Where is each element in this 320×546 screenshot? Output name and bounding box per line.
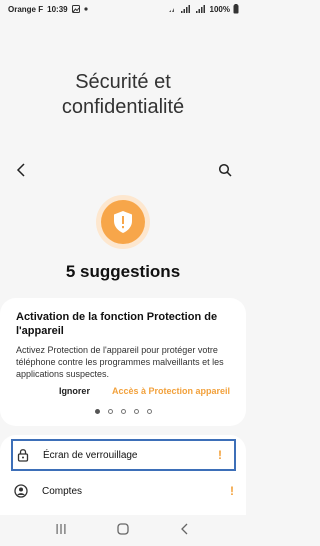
page-title-line2: confidentialité (61, 96, 185, 118)
suggestions-count: 5 suggestions (65, 262, 181, 281)
card-description: Activez Protection de l'appareil pour pr… (16, 345, 224, 379)
search-button[interactable] (216, 161, 234, 179)
pagination-dot[interactable] (107, 409, 113, 414)
recents-icon (56, 524, 66, 534)
search-icon (218, 163, 232, 177)
pagination-dot[interactable] (133, 409, 139, 414)
list-item-label: Comptes (42, 485, 83, 497)
status-bar: Orange F 10:39 100% (0, 0, 246, 18)
suggestion-card: Activation de la fonction Protection de … (0, 298, 246, 426)
card-title: Activation de la fonction Protection de … (16, 311, 218, 337)
back-icon (181, 523, 188, 535)
pagination-dots (0, 409, 246, 414)
home-icon (117, 523, 129, 535)
carrier-name: Orange F (8, 4, 44, 14)
page-title: Sécurité et confidentialité (0, 70, 246, 120)
access-protection-button[interactable]: Accès à Protection appareil (112, 386, 230, 396)
battery-icon (233, 4, 239, 14)
top-nav (12, 158, 234, 182)
security-status-badge (96, 195, 150, 249)
page-title-line1: Sécurité et (75, 71, 171, 93)
lock-icon (17, 449, 29, 462)
system-nav-bar (0, 516, 246, 546)
shield-warning-icon (114, 211, 132, 233)
home-button[interactable] (117, 522, 129, 540)
list-item-label: Écran de verrouillage (43, 449, 138, 461)
pagination-dot[interactable] (120, 409, 126, 414)
4g-signal-icon (180, 5, 192, 13)
list-item-accounts[interactable]: Comptes ! (0, 475, 246, 507)
battery-percent: 100% (209, 4, 230, 14)
warning-indicator: ! (218, 448, 222, 462)
clock: 10:39 (47, 4, 68, 14)
account-icon (14, 484, 28, 498)
notification-dot-icon (83, 7, 88, 11)
wifi-signal-icon (168, 5, 177, 13)
warning-indicator: ! (230, 484, 234, 498)
system-back-button[interactable] (179, 522, 191, 540)
recents-button[interactable] (55, 522, 67, 540)
back-arrow-icon (16, 163, 25, 177)
cellular-signal-icon (195, 5, 207, 13)
image-notification-icon (71, 5, 80, 13)
list-item-lock-screen[interactable]: Écran de verrouillage ! (11, 439, 236, 471)
pagination-dot[interactable] (146, 409, 152, 414)
back-button[interactable] (12, 161, 30, 179)
ignore-button[interactable]: Ignorer (59, 386, 90, 396)
settings-list: Écran de verrouillage ! Comptes ! (0, 435, 246, 515)
pagination-dot[interactable] (94, 409, 100, 414)
